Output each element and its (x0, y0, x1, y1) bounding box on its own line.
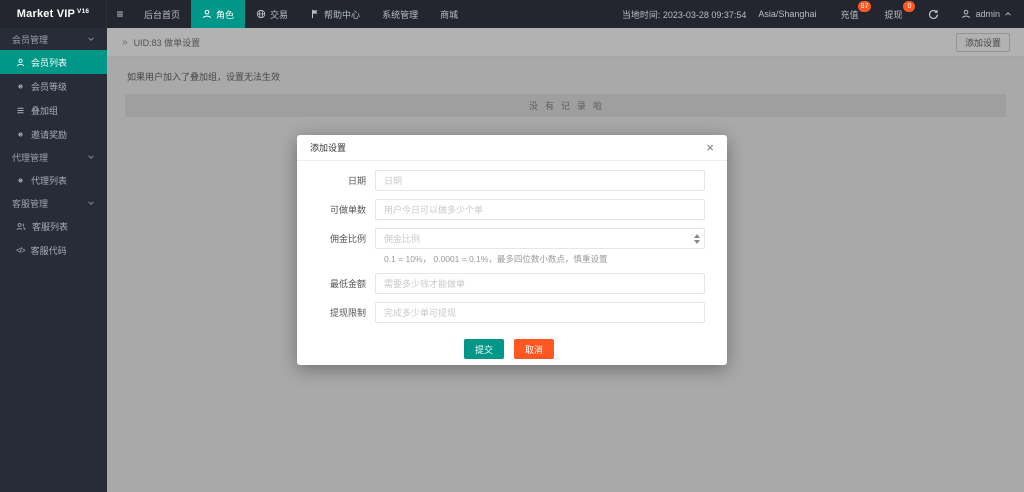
date-label: 日期 (313, 174, 375, 187)
sidebar-item-agent-list[interactable]: 代理列表 (0, 168, 107, 192)
submit-button[interactable]: 提交 (464, 339, 504, 359)
link-icon (16, 130, 25, 139)
sidebar-item-member-list[interactable]: 会员列表 (0, 50, 107, 74)
group-label: 客服管理 (12, 197, 48, 210)
navbar-right: 当地时间: 2023-03-28 09:37:54 Asia/Shanghai … (622, 0, 1024, 28)
sidebar-item-service-code[interactable]: </> 客服代码 (0, 238, 107, 262)
nav-item-label: 帮助中心 (324, 8, 360, 21)
main-nav: 后台首页 角色 交易 帮助中心 系统管理 商城 (133, 0, 469, 28)
sidebar-item-label: 叠加组 (31, 104, 58, 117)
modal-body: 日期 可做单数 佣金比例 0.1 = 10%， 0.0001 = 0.1%，最多… (297, 161, 727, 359)
chevron-down-icon (87, 35, 95, 43)
recharge-badge: 87 (858, 1, 872, 12)
nav-item-trade[interactable]: 交易 (245, 0, 299, 28)
sidebar-group-agent-mgmt[interactable]: 代理管理 (0, 146, 107, 168)
add-settings-modal: 添加设置 × 日期 可做单数 佣金比例 0.1 = 10%， 0.0001 = … (297, 135, 727, 365)
sidebar-item-member-level[interactable]: 会员等级 (0, 74, 107, 98)
globe-icon (256, 9, 266, 19)
min-amount-input[interactable] (375, 273, 705, 294)
sidebar: 会员管理 会员列表 会员等级 叠加组 邀请奖励 代理管理 代理列表 客服管理 客… (0, 28, 107, 492)
sidebar-item-overlay-group[interactable]: 叠加组 (0, 98, 107, 122)
modal-title: 添加设置 (310, 141, 346, 154)
sidebar-item-label: 会员等级 (31, 80, 67, 93)
withdraw-badge: 0 (903, 1, 915, 12)
field-row-commission: 佣金比例 (313, 228, 705, 249)
user-menu[interactable]: admin (961, 9, 1012, 19)
close-icon[interactable]: × (706, 141, 714, 154)
person-icon (16, 58, 25, 67)
withdraw-limit-label: 提现限制 (313, 306, 375, 319)
nav-item-help-center[interactable]: 帮助中心 (299, 0, 371, 28)
commission-label: 佣金比例 (313, 232, 375, 245)
chevron-down-icon (87, 199, 95, 207)
top-navbar: Market VIPV16 ≡ 后台首页 角色 交易 帮助中心 系统管理 商城 … (0, 0, 1024, 28)
nav-item-label: 角色 (216, 8, 234, 21)
username: admin (975, 9, 1000, 19)
link-icon (16, 176, 25, 185)
sidebar-item-service-list[interactable]: 客服列表 (0, 214, 107, 238)
sidebar-item-label: 客服代码 (31, 244, 67, 257)
link-icon (16, 82, 25, 91)
withdraw-label: 提现 (884, 10, 902, 20)
field-row-date: 日期 (313, 170, 705, 191)
nav-item-role[interactable]: 角色 (191, 0, 245, 28)
chevron-down-icon (87, 153, 95, 161)
field-row-order-count: 可做单数 (313, 199, 705, 220)
sidebar-item-label: 邀请奖励 (31, 128, 67, 141)
min-amount-label: 最低金额 (313, 277, 375, 290)
sidebar-item-label: 客服列表 (32, 220, 68, 233)
sidebar-item-invite-reward[interactable]: 邀请奖励 (0, 122, 107, 146)
recharge-link[interactable]: 充值 87 (840, 8, 858, 21)
recharge-label: 充值 (840, 10, 858, 20)
sidebar-item-label: 代理列表 (31, 174, 67, 187)
date-input[interactable] (375, 170, 705, 191)
user-icon (961, 9, 971, 19)
chevron-up-icon (1004, 10, 1012, 18)
flag-icon (310, 9, 320, 19)
nav-item-label: 后台首页 (144, 8, 180, 21)
timezone: Asia/Shanghai (758, 9, 816, 19)
nav-item-system[interactable]: 系统管理 (371, 0, 429, 28)
nav-item-mall[interactable]: 商城 (429, 0, 469, 28)
users-icon (16, 222, 26, 231)
app-logo: Market VIPV16 (0, 0, 107, 28)
code-icon: </> (16, 246, 25, 255)
group-label: 会员管理 (12, 33, 48, 46)
nav-item-label: 交易 (270, 8, 288, 21)
order-count-label: 可做单数 (313, 203, 375, 216)
commission-number-field (375, 228, 705, 249)
group-label: 代理管理 (12, 151, 48, 164)
withdraw-link[interactable]: 提现 0 (884, 8, 902, 21)
commission-help-text: 0.1 = 10%， 0.0001 = 0.1%，最多四位数小数点，慎重设置 (384, 253, 705, 265)
app-title: Market VIP (17, 8, 75, 20)
field-row-withdraw-limit: 提现限制 (313, 302, 705, 323)
person-icon (202, 9, 212, 19)
nav-item-label: 商城 (440, 8, 458, 21)
nav-item-home[interactable]: 后台首页 (133, 0, 191, 28)
commission-input[interactable] (375, 228, 705, 249)
local-time: 当地时间: 2023-03-28 09:37:54 (622, 8, 747, 21)
nav-item-label: 系统管理 (382, 8, 418, 21)
withdraw-limit-input[interactable] (375, 302, 705, 323)
cancel-button[interactable]: 取消 (514, 339, 554, 359)
modal-header: 添加设置 × (297, 135, 727, 161)
hamburger-icon[interactable]: ≡ (107, 0, 133, 28)
number-spinner[interactable] (690, 229, 704, 248)
sidebar-group-service-mgmt[interactable]: 客服管理 (0, 192, 107, 214)
refresh-icon[interactable] (928, 9, 939, 20)
list-icon (16, 106, 25, 115)
modal-actions: 提交 取消 (313, 339, 705, 359)
order-count-input[interactable] (375, 199, 705, 220)
app-version: V16 (77, 8, 89, 15)
sidebar-group-member-mgmt[interactable]: 会员管理 (0, 28, 107, 50)
field-row-min-amount: 最低金额 (313, 273, 705, 294)
sidebar-item-label: 会员列表 (31, 56, 67, 69)
